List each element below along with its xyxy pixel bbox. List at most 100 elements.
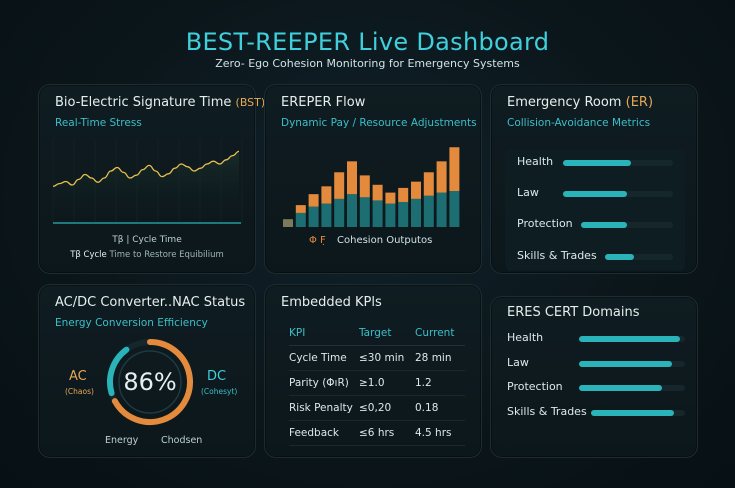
kpi-cell: Cycle Time: [289, 345, 359, 371]
ereper-bar-top: [359, 175, 370, 198]
bst-legend-2: Tβ Cycle Time to Restore Equibilium: [39, 250, 255, 260]
ereper-bar-base: [398, 201, 409, 227]
kpi-cell: 4.5 hrs: [415, 420, 465, 446]
ereper-bar-base: [449, 191, 460, 227]
er-metric-track: [581, 222, 673, 228]
ereper-bar-base: [359, 197, 370, 227]
eres-domain-fill: [591, 410, 674, 416]
ereper-bar-top: [398, 187, 409, 202]
kpi-panel: Embedded KPls KPI Target Current Cycle T…: [264, 284, 482, 458]
er-metric-label: Skills & Trades: [517, 249, 597, 262]
kpi-cell: 28 min: [415, 345, 465, 371]
eres-domain-fill: [579, 336, 680, 342]
eres-domain-label: Protection: [507, 380, 563, 393]
ereper-bar-base: [423, 195, 434, 227]
ereper-bar-top: [372, 184, 383, 201]
kpi-cell: Feedback: [289, 420, 359, 446]
kpi-header-cell: Target: [359, 321, 415, 346]
er-panel: Emergency Room (ER) Collision-Avoidance …: [490, 84, 698, 274]
bst-subtitle: Real-Time Stress: [55, 117, 142, 129]
ereper-panel: EREPER Flow Dynamic Pay / Resource Adjus…: [264, 84, 482, 274]
eres-domain-fill: [579, 385, 662, 391]
ereper-bar-top: [423, 172, 434, 196]
eres-domain-fill: [579, 361, 673, 367]
er-metric-track: [563, 191, 673, 197]
eres-domain-label: Law: [507, 356, 529, 369]
page-subtitle: Zero- Ego Cohesion Monitoring for Emerge…: [215, 57, 520, 70]
bst-legend-1: Tβ | Cycle Time: [112, 235, 182, 245]
kpi-header-cell: KPI: [289, 321, 359, 346]
efficiency-value: 86%: [123, 368, 177, 396]
er-title-text: Emergency Room: [507, 95, 622, 110]
eres-domain-law: Law: [491, 352, 697, 374]
bst-legend-2-prefix: Tβ Cycle: [70, 250, 107, 260]
eres-domain-track: [591, 410, 685, 416]
er-title-accent: (ER): [625, 95, 654, 110]
ereper-legend-symbol: Φ F̣: [309, 235, 326, 246]
eres-domain-track: [579, 336, 685, 342]
ac-label: AC: [69, 369, 87, 384]
kpi-cell: 1.2: [415, 370, 465, 396]
dc-label: DC: [207, 369, 227, 384]
ereper-bar-base: [347, 194, 357, 227]
ereper-bar-top: [411, 181, 421, 199]
acdc-panel: AC/DC Converter..NAC Status Energy Conve…: [38, 284, 256, 458]
bst-legend-2-text: Time to Restore Equibilium: [109, 250, 224, 260]
ereper-bar-base: [308, 206, 319, 227]
er-metric-law: Law: [505, 182, 685, 204]
bst-panel: Bio-Electric Signature Time (BST) Real-T…: [38, 84, 265, 274]
eres-domain-protection: Protection: [491, 376, 697, 398]
eres-domain-track: [579, 385, 685, 391]
er-metrics-box: Health Law Protection Skills & Trades: [505, 149, 685, 271]
page-title: BEST-REEPER Live Dashboard: [185, 28, 550, 56]
ereper-bar-base: [283, 219, 293, 227]
ereper-bar-top: [436, 161, 447, 193]
eres-domain-label: Skills & Trades: [507, 405, 587, 418]
bst-title-accent: (BST): [235, 96, 266, 109]
kpi-cell: ≤6 hrs: [359, 420, 415, 446]
ereper-bar-top: [449, 147, 460, 192]
er-title: Emergency Room (ER): [507, 95, 653, 110]
er-subtitle: Collision-Avoidance Metrics: [507, 117, 651, 129]
kpi-cell: ≤0,20: [359, 395, 415, 421]
er-metric-protection: Protection: [505, 213, 685, 235]
kpi-header-row: KPI Target Current: [289, 321, 465, 346]
er-metric-fill: [563, 160, 632, 166]
eres-domain-label: Health: [507, 331, 544, 344]
ereper-bar-top: [308, 194, 319, 207]
table-row: Feedback ≤6 hrs 4.5 hrs: [289, 420, 465, 446]
ereper-bar-top: [321, 186, 332, 204]
ereper-bar-base: [334, 198, 345, 227]
eres-panel: ERES CERT Domains Health Law Protection …: [490, 296, 698, 458]
dc-sublabel: (Cohesyt): [201, 387, 238, 396]
er-metric-fill: [605, 254, 634, 260]
kpi-cell: 0.18: [415, 395, 465, 421]
acdc-title: AC/DC Converter..NAC Status: [55, 295, 246, 310]
acdc-subtitle: Energy Conversion Efficiency: [55, 317, 208, 329]
eres-domain-health: Health: [491, 327, 697, 349]
er-metric-track: [563, 160, 673, 166]
bst-waveform-chart: [52, 139, 243, 224]
ereper-bar-base: [321, 203, 332, 227]
er-metric-fill: [563, 191, 627, 197]
ereper-bar-base: [385, 203, 396, 227]
kpi-cell: ≥1.0: [359, 370, 415, 396]
er-metric-label: Protection: [517, 217, 573, 230]
chodsen-label: Chodsen: [161, 435, 203, 446]
ereper-legend-label: Cohesion Outputos: [337, 235, 433, 246]
er-metric-health: Health: [505, 151, 685, 173]
ereper-title: EREPER Flow: [281, 95, 366, 110]
kpi-header-cell: Current: [415, 321, 465, 346]
er-metric-skills: Skills & Trades: [505, 245, 685, 267]
eres-domain-track: [579, 361, 685, 367]
ac-sublabel: (Chaos): [65, 387, 94, 396]
ereper-bar-base: [411, 198, 421, 227]
er-metric-label: Law: [517, 186, 539, 199]
er-metric-track: [605, 254, 673, 260]
ereper-bar-base: [436, 192, 447, 227]
er-metric-label: Health: [517, 155, 554, 168]
ereper-bar-top: [295, 205, 306, 213]
kpi-table: KPI Target Current Cycle Time ≤30 min 28…: [289, 321, 465, 446]
kpi-cell: Parity (ΦıR): [289, 370, 359, 396]
table-row: Risk Penalty ≤0,20 0.18: [289, 395, 465, 421]
